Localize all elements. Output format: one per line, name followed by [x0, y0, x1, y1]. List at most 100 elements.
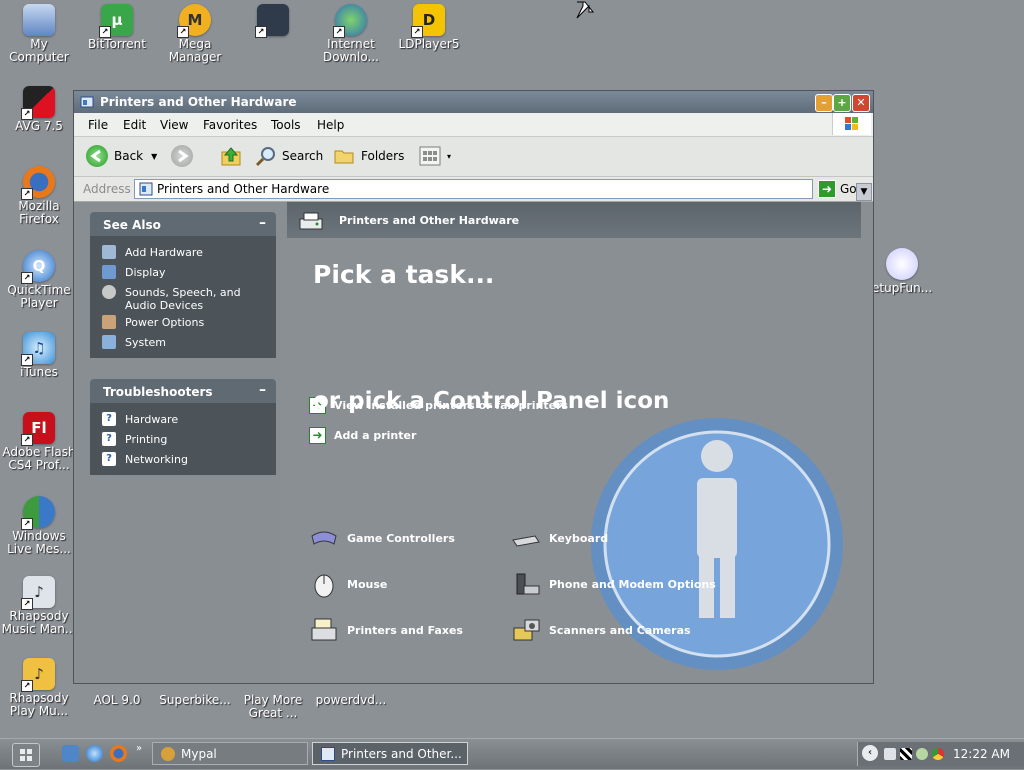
troubleshooters-panel: Troubleshooters – ? Hardware ? Printing …: [90, 379, 276, 475]
desktop-icon-superbike[interactable]: Superbike...: [156, 686, 234, 707]
rhapsody-play-icon: ♪ ↗: [21, 658, 55, 692]
cp-printers-faxes[interactable]: Printers and Faxes: [309, 616, 463, 644]
desktop-icon-play-more[interactable]: Play More Great ...: [234, 680, 312, 720]
search-button[interactable]: Search: [254, 144, 323, 168]
taskbar-button-printers[interactable]: Printers and Other...: [312, 742, 468, 765]
desktop-icon-setupfun[interactable]: etupFun...: [862, 248, 942, 295]
game-icon: ↗: [255, 4, 289, 38]
cp-mouse[interactable]: Mouse: [309, 570, 387, 598]
control-panel-icon: [321, 746, 335, 761]
maximize-button[interactable]: +: [833, 94, 851, 112]
desktop-icon-rhapsody-play[interactable]: ♪ ↗ Rhapsody Play Mu...: [0, 658, 78, 718]
folders-label: Folders: [361, 149, 405, 163]
menu-bar: File Edit View Favorites Tools Help: [74, 113, 873, 137]
desktop-icon-ldplayer[interactable]: D ↗ LDPlayer5: [390, 4, 468, 51]
search-icon: [255, 147, 275, 167]
help-icon: ?: [102, 412, 116, 426]
link-display[interactable]: Display: [90, 262, 276, 282]
link-system[interactable]: System: [90, 332, 276, 352]
title-bar[interactable]: Printers and Other Hardware – + ✕: [74, 91, 873, 113]
display-icon: [102, 265, 116, 279]
cp-phone-modem[interactable]: Phone and Modem Options: [511, 570, 716, 598]
link-power-options[interactable]: Power Options: [90, 312, 276, 332]
messenger-icon: ↗: [21, 496, 55, 530]
desktop-icon-aol[interactable]: AOL 9.0: [78, 686, 156, 707]
link-add-hardware[interactable]: Add Hardware: [90, 242, 276, 262]
start-button[interactable]: [12, 743, 40, 767]
quicklaunch-overflow-icon[interactable]: »: [136, 743, 142, 754]
menu-file[interactable]: File: [88, 118, 108, 132]
desktop-icon-windows-live[interactable]: ↗ Windows Live Mes...: [0, 496, 78, 556]
address-dropdown-icon[interactable]: ▼: [856, 183, 872, 201]
task-arrow-icon: ➜: [309, 427, 326, 444]
collapse-icon[interactable]: –: [259, 382, 266, 398]
desktop-icon-mega-manager[interactable]: M ↗ Mega Manager: [156, 4, 234, 64]
task-add-printer[interactable]: ➜ Add a printer: [309, 427, 416, 444]
firefox-icon: ↗: [21, 166, 55, 200]
collapse-icon[interactable]: –: [259, 215, 266, 231]
tray-volume-icon[interactable]: [916, 748, 928, 760]
tray-chrome-icon[interactable]: [932, 748, 944, 760]
tray-network-icon[interactable]: [884, 748, 896, 760]
back-arrow-icon: [86, 145, 108, 167]
views-button[interactable]: ▾: [419, 144, 451, 168]
desktop-icon-game-shortcut[interactable]: ↗: [234, 4, 312, 38]
menu-view[interactable]: View: [160, 118, 188, 132]
cp-game-controllers[interactable]: Game Controllers: [309, 524, 455, 552]
quicklaunch-messenger-icon[interactable]: [62, 745, 79, 762]
clock[interactable]: 12:22 AM: [953, 747, 1010, 761]
close-button[interactable]: ✕: [852, 94, 870, 112]
taskbar-button-mypal[interactable]: Mypal: [152, 742, 308, 765]
folders-icon: [334, 150, 354, 164]
desktop-icon-quicktime[interactable]: Q ↗ QuickTime Player: [0, 250, 78, 310]
rhapsody-icon: ♪ ↗: [21, 576, 55, 610]
see-also-panel: See Also – Add Hardware Display Sounds, …: [90, 212, 276, 358]
control-panel-icon: [80, 96, 94, 108]
back-button[interactable]: Back ▼: [86, 144, 157, 168]
start-grid-icon: [20, 749, 32, 761]
address-input[interactable]: Printers and Other Hardware ▼: [134, 179, 872, 201]
menu-favorites[interactable]: Favorites: [203, 118, 257, 132]
views-icon: [419, 146, 441, 166]
minimize-button[interactable]: –: [815, 94, 833, 112]
desktop-icon-rhapsody-music[interactable]: ♪ ↗ Rhapsody Music Man...: [0, 576, 78, 636]
folders-button[interactable]: Folders: [333, 144, 404, 168]
menu-help[interactable]: Help: [317, 118, 344, 132]
link-sounds[interactable]: Sounds, Speech, and Audio Devices: [90, 282, 276, 312]
go-arrow-icon: ➜: [818, 180, 836, 198]
desktop-icon-bittorrent[interactable]: µ ↗ BitTorrent: [78, 4, 156, 51]
toolbar: Back ▼ Search Folders ▾: [74, 137, 873, 177]
quicklaunch-ie-icon[interactable]: [86, 745, 103, 762]
forward-button[interactable]: [171, 144, 193, 168]
ldplayer-icon: D ↗: [411, 4, 445, 38]
see-also-list: Add Hardware Display Sounds, Speech, and…: [90, 236, 276, 358]
desktop-icon-firefox[interactable]: ↗ Mozilla Firefox: [0, 166, 78, 226]
system-tray: ‹ 12:22 AM: [857, 742, 1024, 766]
desktop-icon-my-computer[interactable]: My Computer: [0, 4, 78, 64]
help-icon: ?: [102, 432, 116, 446]
desktop-icon-powerdvd[interactable]: powerdvd...: [312, 686, 390, 707]
go-button[interactable]: ➜ Go: [818, 180, 857, 198]
see-also-header[interactable]: See Also –: [90, 212, 276, 236]
cp-keyboard[interactable]: Keyboard: [511, 524, 608, 552]
troubleshooters-header[interactable]: Troubleshooters –: [90, 379, 276, 403]
desktop-icon-adobe-flash[interactable]: Fl ↗ Adobe Flash CS4 Prof...: [0, 412, 78, 472]
desktop-icon-avg[interactable]: ↗ AVG 7.5: [0, 86, 78, 133]
link-networking[interactable]: ? Networking: [90, 449, 276, 469]
troubleshooters-title: Troubleshooters: [103, 385, 213, 399]
tray-checker-icon[interactable]: [900, 748, 912, 760]
tray-expand-icon[interactable]: ‹: [862, 745, 878, 761]
back-dropdown-icon[interactable]: ▼: [151, 152, 157, 161]
task-pane: See Also – Add Hardware Display Sounds, …: [74, 202, 287, 683]
up-folder-button[interactable]: [219, 144, 243, 168]
quicklaunch-firefox-icon[interactable]: [110, 745, 127, 762]
cp-scanners-cameras[interactable]: Scanners and Cameras: [511, 616, 691, 644]
link-hardware[interactable]: ? Hardware: [90, 409, 276, 429]
mypal-icon: [161, 746, 175, 761]
link-printing[interactable]: ? Printing: [90, 429, 276, 449]
menu-tools[interactable]: Tools: [271, 118, 301, 132]
menu-edit[interactable]: Edit: [123, 118, 146, 132]
desktop-icon-itunes[interactable]: ♫ ↗ iTunes: [0, 332, 78, 379]
desktop-icon-internet-download[interactable]: ↗ Internet Downlo...: [312, 4, 390, 64]
address-bar: Address Printers and Other Hardware ▼ ➜ …: [74, 177, 873, 202]
